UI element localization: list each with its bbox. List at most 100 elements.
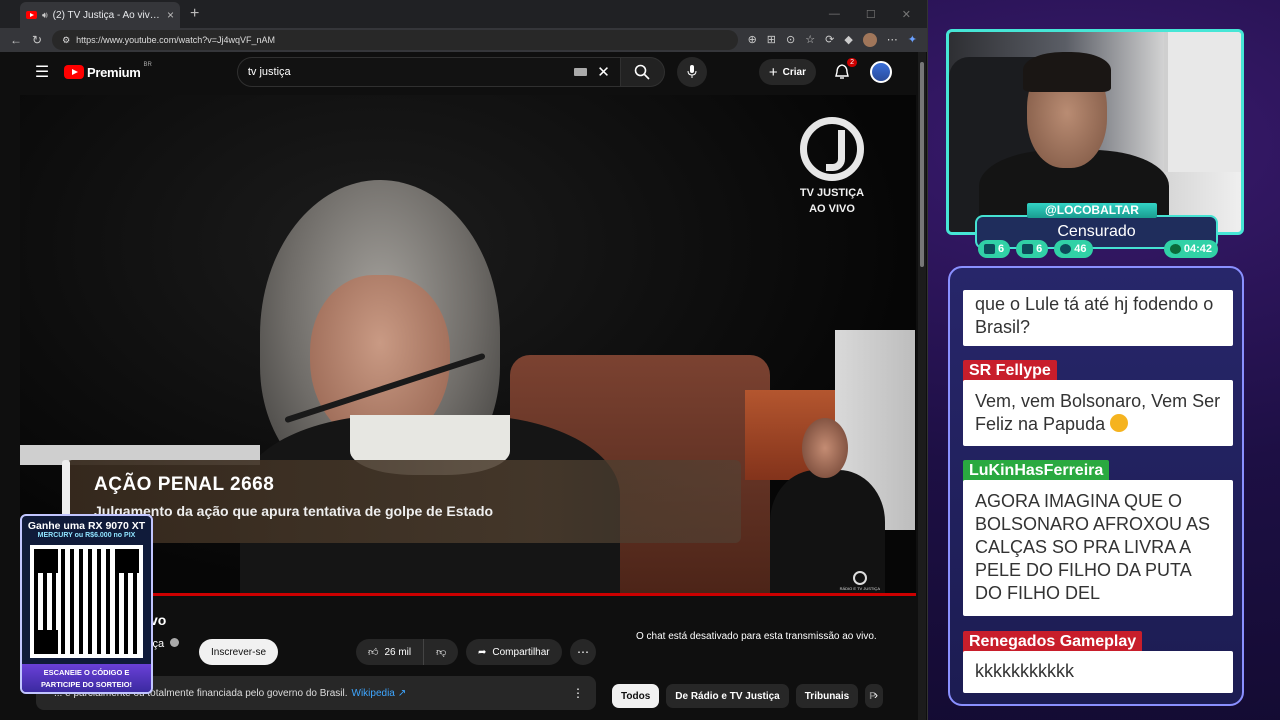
new-tab-icon[interactable]: + xyxy=(190,5,199,23)
twitch-viewers: 46 xyxy=(1074,243,1087,255)
stream-chat-panel: que o Lule tá até hj fodendo o Brasil? S… xyxy=(948,266,1244,706)
verified-icon xyxy=(170,638,180,647)
profile-icon[interactable]: ◆ xyxy=(844,33,852,47)
tab-youtube[interactable]: 🔊︎ (2) TV Justiça - Ao vivo - Yo × xyxy=(20,2,180,28)
channel-name[interactable]: iça xyxy=(150,638,180,650)
youtube-header: ☰ Premium BR tv justiça ✕ + Criar 2 xyxy=(20,52,916,92)
page-scrollbar[interactable] xyxy=(918,52,926,720)
youtube-favicon-icon xyxy=(26,11,37,19)
more-actions-button[interactable]: ⋯ xyxy=(570,639,596,665)
scrollbar-thumb[interactable] xyxy=(920,62,924,267)
dislike-button[interactable]: 👎︎ xyxy=(424,639,458,665)
voice-search-button[interactable] xyxy=(676,57,707,87)
address-bar: ← ↻ ⚙︎ https://www.youtube.com/watch?v=J… xyxy=(0,28,927,52)
chip-radio-tv-justica[interactable]: De Rádio e TV Justiça xyxy=(666,684,789,708)
thumbs-down-icon: 👎︎ xyxy=(436,647,447,658)
copilot-icon[interactable]: ✦ xyxy=(908,33,917,47)
country-code: BR xyxy=(143,62,152,68)
notifications-button[interactable]: 2 xyxy=(830,58,857,84)
lower-third-caption: AÇÃO PENAL 2668 Julgamento da ação que a… xyxy=(62,460,741,543)
lower-third-subtitle: Julgamento da ação que apura tentativa d… xyxy=(94,503,494,519)
giveaway-call-to-action: ESCANEIE O CÓDIGO E PARTICIPE DO SORTEIO… xyxy=(22,664,151,692)
create-label: Criar xyxy=(782,66,806,78)
live-label: AO VIVO xyxy=(809,203,855,215)
site-info-icon[interactable]: ⚙︎ xyxy=(62,35,70,46)
chip-all[interactable]: Todos xyxy=(612,684,660,708)
close-tab-icon[interactable]: × xyxy=(167,8,174,22)
heart-eyes-emoji-icon xyxy=(1110,414,1129,432)
notification-badge: 2 xyxy=(847,58,857,67)
create-button[interactable]: + Criar xyxy=(758,59,816,85)
tv-justica-logo-icon xyxy=(800,117,864,181)
close-window-icon[interactable]: ✕ xyxy=(902,8,911,21)
chat-count-badge: 6 xyxy=(978,240,1011,258)
stream-status-text: Censurado xyxy=(1057,223,1136,240)
user-avatar[interactable] xyxy=(870,61,892,83)
youtube-logo[interactable]: Premium BR xyxy=(64,62,152,80)
recommendation-chips: Todos De Rádio e TV Justiça Tribunais P xyxy=(612,684,884,708)
giveaway-headline: Ganhe uma RX 9070 XT xyxy=(27,520,146,532)
qr-code-icon xyxy=(30,545,143,658)
chat-bubble-icon xyxy=(984,244,995,254)
youtube-viewers-badge: 6 xyxy=(1016,240,1049,258)
stream-time-badge: 04:42 xyxy=(1163,240,1218,258)
search-button[interactable] xyxy=(620,57,665,87)
search-query: tv justiça xyxy=(247,66,291,78)
youtube-play-icon xyxy=(64,65,84,79)
wikipedia-link[interactable]: Wikipedia xyxy=(352,688,395,699)
maximize-icon[interactable]: ☐ xyxy=(866,8,876,21)
clock-icon xyxy=(1169,244,1181,254)
cam-background-window xyxy=(1164,32,1241,172)
giveaway-subline: MERCURY ou R$6.000 no PIX xyxy=(37,532,136,539)
minimize-icon[interactable]: — xyxy=(829,8,840,21)
stream-stats: 6 6 46 04:42 xyxy=(978,240,1218,260)
search-icon xyxy=(635,64,650,80)
share-button[interactable]: ➦ Compartilhar xyxy=(466,639,562,665)
tab-title: (2) TV Justiça - Ao vivo - Yo xyxy=(52,9,162,21)
interpreter-head xyxy=(802,418,848,478)
avatar[interactable] xyxy=(862,33,877,47)
translate-icon[interactable]: ⊕ xyxy=(748,33,757,47)
chat-username: SR Fellype xyxy=(963,360,1057,382)
keyboard-icon[interactable] xyxy=(574,68,588,76)
giveaway-qr-panel: Ganhe uma RX 9070 XT MERCURY ou R$6.000 … xyxy=(20,514,153,694)
reload-icon[interactable]: ↻ xyxy=(32,33,42,47)
video-player[interactable]: TV JUSTIÇA AO VIVO AÇÃO PENAL 2668 Julga… xyxy=(20,95,916,595)
kick-icon xyxy=(1060,244,1072,254)
hamburger-menu-icon[interactable]: ☰ xyxy=(20,62,64,82)
chat-disabled-message: O chat está desativado para esta transmi… xyxy=(636,631,877,642)
menu-icon[interactable]: ⋯ xyxy=(887,33,898,47)
more-horizontal-icon: ⋯ xyxy=(577,645,589,659)
zoom-icon[interactable]: ⊙ xyxy=(786,33,795,47)
chat-message-text: kkkkkkkkkkk xyxy=(963,651,1233,693)
back-icon[interactable]: ← xyxy=(10,33,22,47)
chat-message-text: que o Lule tá até hj fodendo o Brasil? xyxy=(963,290,1233,346)
logo-text: Premium xyxy=(87,64,141,80)
like-button[interactable]: 👍︎ 26 mil xyxy=(356,639,425,665)
tv-justica-small-icon xyxy=(852,571,867,585)
subscribe-button[interactable]: Inscrever-se xyxy=(199,639,279,665)
star-icon[interactable]: ☆ xyxy=(805,33,815,47)
url-field[interactable]: ⚙︎ https://www.youtube.com/watch?v=Jj4wq… xyxy=(52,30,738,50)
chevron-right-icon[interactable]: › xyxy=(874,688,878,702)
tv-justica-name: TV JUSTIÇA xyxy=(799,187,865,199)
cta-line-2: PARTICIPE DO SORTEIO! xyxy=(40,680,133,689)
sign-language-interpreter: RÁDIO E TV JUSTIÇA xyxy=(760,410,890,595)
thumbs-up-icon: 👍︎ xyxy=(368,647,379,658)
like-dislike-group: 👍︎ 26 mil 👎︎ xyxy=(356,639,459,665)
info-more-icon[interactable]: ⋮ xyxy=(572,686,584,700)
youtube-viewers: 6 xyxy=(1036,243,1043,255)
video-progress-bar[interactable] xyxy=(20,593,916,596)
apps-icon[interactable]: ⊞ xyxy=(767,33,776,47)
chip-tribunais[interactable]: Tribunais xyxy=(795,684,859,708)
clear-search-icon[interactable]: ✕ xyxy=(597,63,610,81)
url-text: https://www.youtube.com/watch?v=Jj4wqVF_… xyxy=(76,35,275,45)
search-input[interactable]: tv justiça ✕ xyxy=(236,57,621,87)
chat-username: Renegados Gameplay xyxy=(963,631,1143,653)
lower-third-title: AÇÃO PENAL 2668 xyxy=(94,474,275,495)
youtube-icon xyxy=(1022,244,1034,254)
speaker-icon[interactable]: 🔊︎ xyxy=(42,10,48,21)
extensions-icon[interactable]: ⟳ xyxy=(825,33,834,47)
window-controls: — ☐ ✕ xyxy=(829,8,927,21)
chat-message-text: Vem, vem Bolsonaro, Vem Ser Feliz na Pap… xyxy=(963,380,1233,446)
